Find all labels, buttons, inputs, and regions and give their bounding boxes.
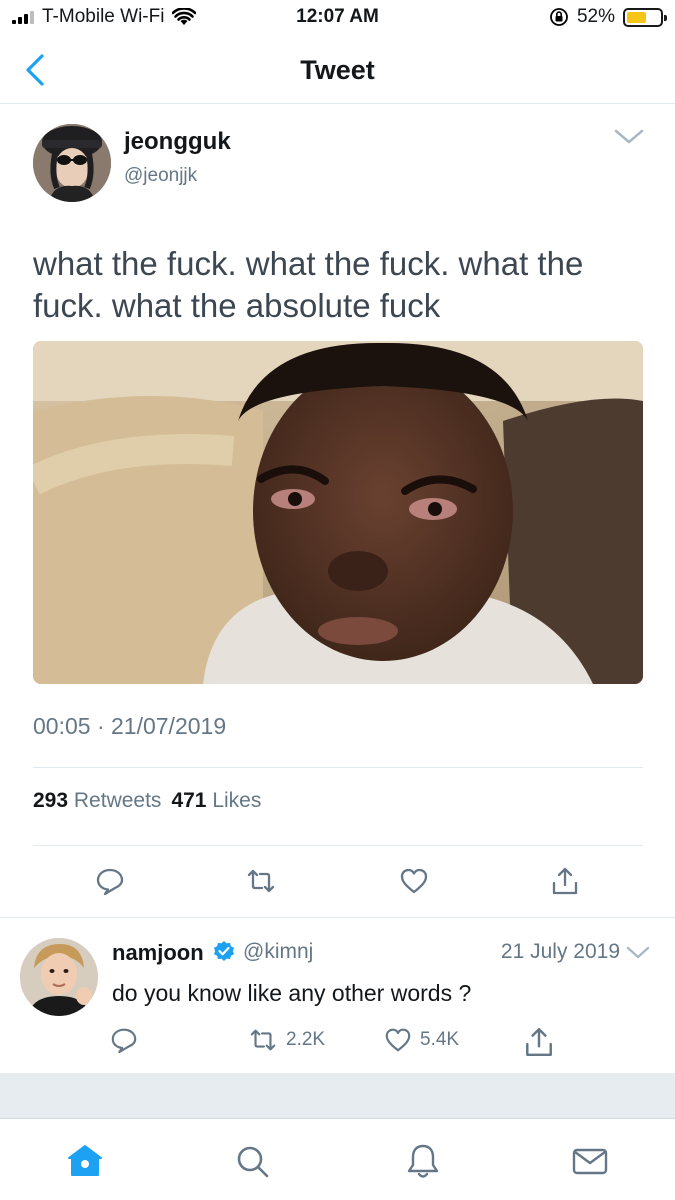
messages-envelope-icon[interactable] xyxy=(570,1141,610,1181)
orientation-lock-icon xyxy=(550,8,568,26)
share-icon[interactable] xyxy=(550,866,580,896)
verified-badge-icon xyxy=(214,941,234,961)
retweet-icon xyxy=(250,1029,276,1051)
reply-icon xyxy=(111,1028,137,1054)
retweets-stat[interactable]: 293 Retweets xyxy=(33,789,161,813)
separator-band xyxy=(0,1073,675,1118)
chevron-down-icon[interactable] xyxy=(612,126,646,148)
likes-stat[interactable]: 471 Likes xyxy=(171,789,261,813)
nav-bar: Tweet xyxy=(0,38,675,104)
reply-like-button[interactable]: 5.4K xyxy=(384,1026,459,1054)
retweet-icon[interactable] xyxy=(246,866,276,896)
reply-text: do you know like any other words ? xyxy=(112,980,472,1006)
reply-retweet-count: 2.2K xyxy=(286,1029,326,1050)
reply-author-handle[interactable]: @kimnj xyxy=(243,940,313,964)
author-handle[interactable]: @jeonjjk xyxy=(124,165,197,187)
like-heart-icon xyxy=(385,1028,411,1052)
reply-icon[interactable] xyxy=(95,866,125,896)
search-icon[interactable] xyxy=(232,1141,272,1181)
reply-author-name[interactable]: namjoon xyxy=(112,940,204,966)
page-title: Tweet xyxy=(300,55,375,85)
divider xyxy=(0,917,675,918)
battery-icon xyxy=(623,7,667,27)
chevron-down-icon[interactable] xyxy=(625,944,651,962)
home-icon[interactable] xyxy=(65,1141,105,1181)
reply-like-count: 5.4K xyxy=(420,1029,460,1050)
tweet-stats: 293 Retweets 471 Likes xyxy=(33,789,261,813)
reply-avatar[interactable] xyxy=(20,938,98,1016)
divider xyxy=(33,767,643,768)
notifications-bell-icon[interactable] xyxy=(403,1141,443,1181)
reply-share-button[interactable] xyxy=(523,1026,555,1058)
like-heart-icon[interactable] xyxy=(399,866,429,896)
reply-retweet-button[interactable]: 2.2K xyxy=(248,1026,325,1054)
tweet-text: what the fuck. what the fuck. what the f… xyxy=(33,245,584,324)
status-bar: T-Mobile Wi-Fi 12:07 AM 52% xyxy=(0,0,675,36)
tweet-media-image[interactable] xyxy=(33,341,643,684)
battery-percent: 52% xyxy=(576,6,615,27)
tweet-timestamp: 00:05 · 21/07/2019 xyxy=(33,713,227,739)
author-name[interactable]: jeongguk xyxy=(124,128,231,156)
status-right: 52% xyxy=(549,6,667,28)
divider xyxy=(33,845,643,846)
share-icon xyxy=(526,1027,552,1057)
reply-date: 21 July 2019 xyxy=(500,940,620,963)
tab-bar xyxy=(0,1118,675,1200)
reply-reply-button[interactable] xyxy=(110,1026,138,1054)
avatar[interactable] xyxy=(33,124,111,202)
